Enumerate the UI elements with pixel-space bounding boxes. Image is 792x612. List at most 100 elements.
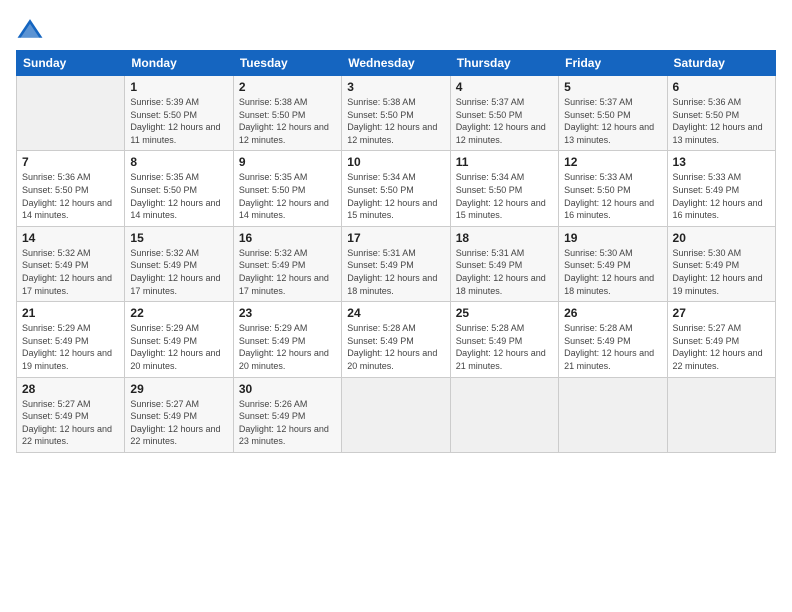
calendar-cell: 30 Sunrise: 5:26 AM Sunset: 5:49 PM Dayl… xyxy=(233,377,341,452)
day-number: 23 xyxy=(239,306,336,320)
day-sunset: Sunset: 5:49 PM xyxy=(239,411,306,421)
calendar-cell xyxy=(342,377,450,452)
day-number: 1 xyxy=(130,80,227,94)
day-daylight: Daylight: 12 hours and 20 minutes. xyxy=(130,348,220,371)
day-number: 10 xyxy=(347,155,444,169)
day-number: 26 xyxy=(564,306,661,320)
day-sunrise: Sunrise: 5:30 AM xyxy=(673,248,742,258)
calendar-week-row: 14 Sunrise: 5:32 AM Sunset: 5:49 PM Dayl… xyxy=(17,226,776,301)
calendar-cell: 19 Sunrise: 5:30 AM Sunset: 5:49 PM Dayl… xyxy=(559,226,667,301)
day-daylight: Daylight: 12 hours and 14 minutes. xyxy=(239,198,329,221)
day-sunrise: Sunrise: 5:29 AM xyxy=(22,323,91,333)
calendar-cell xyxy=(17,76,125,151)
day-sunrise: Sunrise: 5:31 AM xyxy=(347,248,416,258)
calendar-cell: 5 Sunrise: 5:37 AM Sunset: 5:50 PM Dayli… xyxy=(559,76,667,151)
calendar-cell: 15 Sunrise: 5:32 AM Sunset: 5:49 PM Dayl… xyxy=(125,226,233,301)
day-number: 14 xyxy=(22,231,119,245)
day-number: 9 xyxy=(239,155,336,169)
day-daylight: Daylight: 12 hours and 19 minutes. xyxy=(673,273,763,296)
day-number: 17 xyxy=(347,231,444,245)
day-sunrise: Sunrise: 5:27 AM xyxy=(130,399,199,409)
day-number: 7 xyxy=(22,155,119,169)
day-daylight: Daylight: 12 hours and 21 minutes. xyxy=(564,348,654,371)
day-daylight: Daylight: 12 hours and 17 minutes. xyxy=(239,273,329,296)
day-number: 25 xyxy=(456,306,553,320)
calendar-cell: 12 Sunrise: 5:33 AM Sunset: 5:50 PM Dayl… xyxy=(559,151,667,226)
day-number: 3 xyxy=(347,80,444,94)
day-number: 4 xyxy=(456,80,553,94)
calendar-cell xyxy=(667,377,775,452)
page-header xyxy=(16,16,776,44)
calendar-cell: 9 Sunrise: 5:35 AM Sunset: 5:50 PM Dayli… xyxy=(233,151,341,226)
day-sunrise: Sunrise: 5:26 AM xyxy=(239,399,308,409)
day-sunrise: Sunrise: 5:32 AM xyxy=(22,248,91,258)
day-sunrise: Sunrise: 5:32 AM xyxy=(239,248,308,258)
day-number: 24 xyxy=(347,306,444,320)
day-sunset: Sunset: 5:49 PM xyxy=(673,260,740,270)
calendar-cell: 28 Sunrise: 5:27 AM Sunset: 5:49 PM Dayl… xyxy=(17,377,125,452)
calendar-cell: 29 Sunrise: 5:27 AM Sunset: 5:49 PM Dayl… xyxy=(125,377,233,452)
weekday-header-saturday: Saturday xyxy=(667,51,775,76)
day-number: 22 xyxy=(130,306,227,320)
calendar-cell: 22 Sunrise: 5:29 AM Sunset: 5:49 PM Dayl… xyxy=(125,302,233,377)
day-daylight: Daylight: 12 hours and 18 minutes. xyxy=(456,273,546,296)
calendar-cell: 10 Sunrise: 5:34 AM Sunset: 5:50 PM Dayl… xyxy=(342,151,450,226)
day-number: 11 xyxy=(456,155,553,169)
day-sunrise: Sunrise: 5:30 AM xyxy=(564,248,633,258)
day-sunrise: Sunrise: 5:36 AM xyxy=(22,172,91,182)
day-sunset: Sunset: 5:50 PM xyxy=(130,185,197,195)
day-daylight: Daylight: 12 hours and 23 minutes. xyxy=(239,424,329,447)
day-daylight: Daylight: 12 hours and 12 minutes. xyxy=(456,122,546,145)
day-sunrise: Sunrise: 5:37 AM xyxy=(456,97,525,107)
day-sunset: Sunset: 5:49 PM xyxy=(22,411,89,421)
day-sunrise: Sunrise: 5:35 AM xyxy=(239,172,308,182)
day-daylight: Daylight: 12 hours and 21 minutes. xyxy=(456,348,546,371)
day-sunrise: Sunrise: 5:31 AM xyxy=(456,248,525,258)
logo xyxy=(16,16,48,44)
day-sunset: Sunset: 5:49 PM xyxy=(456,260,523,270)
calendar-cell xyxy=(559,377,667,452)
day-sunset: Sunset: 5:50 PM xyxy=(239,185,306,195)
day-daylight: Daylight: 12 hours and 20 minutes. xyxy=(239,348,329,371)
day-sunrise: Sunrise: 5:34 AM xyxy=(347,172,416,182)
day-number: 13 xyxy=(673,155,770,169)
weekday-header-monday: Monday xyxy=(125,51,233,76)
calendar-cell: 4 Sunrise: 5:37 AM Sunset: 5:50 PM Dayli… xyxy=(450,76,558,151)
day-sunset: Sunset: 5:50 PM xyxy=(456,110,523,120)
calendar-cell: 18 Sunrise: 5:31 AM Sunset: 5:49 PM Dayl… xyxy=(450,226,558,301)
day-number: 2 xyxy=(239,80,336,94)
day-sunrise: Sunrise: 5:32 AM xyxy=(130,248,199,258)
day-sunrise: Sunrise: 5:38 AM xyxy=(347,97,416,107)
calendar-cell: 25 Sunrise: 5:28 AM Sunset: 5:49 PM Dayl… xyxy=(450,302,558,377)
day-sunset: Sunset: 5:50 PM xyxy=(347,110,414,120)
day-number: 18 xyxy=(456,231,553,245)
day-sunset: Sunset: 5:49 PM xyxy=(130,411,197,421)
day-sunrise: Sunrise: 5:37 AM xyxy=(564,97,633,107)
day-sunrise: Sunrise: 5:35 AM xyxy=(130,172,199,182)
calendar-cell: 26 Sunrise: 5:28 AM Sunset: 5:49 PM Dayl… xyxy=(559,302,667,377)
day-number: 29 xyxy=(130,382,227,396)
day-sunrise: Sunrise: 5:36 AM xyxy=(673,97,742,107)
weekday-header-sunday: Sunday xyxy=(17,51,125,76)
day-sunrise: Sunrise: 5:28 AM xyxy=(564,323,633,333)
day-number: 27 xyxy=(673,306,770,320)
calendar-week-row: 21 Sunrise: 5:29 AM Sunset: 5:49 PM Dayl… xyxy=(17,302,776,377)
day-sunset: Sunset: 5:49 PM xyxy=(347,336,414,346)
day-sunset: Sunset: 5:49 PM xyxy=(130,260,197,270)
day-sunset: Sunset: 5:50 PM xyxy=(347,185,414,195)
calendar-cell: 2 Sunrise: 5:38 AM Sunset: 5:50 PM Dayli… xyxy=(233,76,341,151)
day-sunrise: Sunrise: 5:28 AM xyxy=(456,323,525,333)
day-daylight: Daylight: 12 hours and 22 minutes. xyxy=(22,424,112,447)
calendar-cell: 11 Sunrise: 5:34 AM Sunset: 5:50 PM Dayl… xyxy=(450,151,558,226)
day-sunset: Sunset: 5:49 PM xyxy=(347,260,414,270)
day-number: 28 xyxy=(22,382,119,396)
calendar-cell: 7 Sunrise: 5:36 AM Sunset: 5:50 PM Dayli… xyxy=(17,151,125,226)
calendar-cell: 20 Sunrise: 5:30 AM Sunset: 5:49 PM Dayl… xyxy=(667,226,775,301)
day-sunrise: Sunrise: 5:39 AM xyxy=(130,97,199,107)
day-sunset: Sunset: 5:49 PM xyxy=(22,260,89,270)
day-sunrise: Sunrise: 5:29 AM xyxy=(239,323,308,333)
day-daylight: Daylight: 12 hours and 15 minutes. xyxy=(456,198,546,221)
calendar-cell: 13 Sunrise: 5:33 AM Sunset: 5:49 PM Dayl… xyxy=(667,151,775,226)
calendar-week-row: 1 Sunrise: 5:39 AM Sunset: 5:50 PM Dayli… xyxy=(17,76,776,151)
day-sunset: Sunset: 5:50 PM xyxy=(673,110,740,120)
